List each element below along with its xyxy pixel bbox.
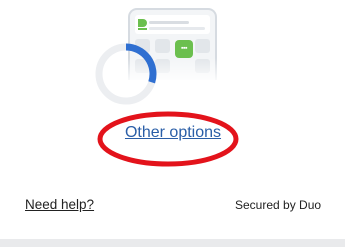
other-options-link[interactable]: Other options (100, 124, 246, 142)
duo-app-icon: ▪▪▪ (175, 40, 193, 58)
notification-body-line (149, 27, 205, 30)
notification-title-line (149, 21, 189, 24)
spinner-arc (125, 43, 157, 84)
duo-prompt-page: ▪▪▪ Other options Need help? Secured by … (0, 0, 345, 239)
need-help-link[interactable]: Need help? (25, 197, 94, 212)
window-bottom-edge (0, 239, 345, 247)
duo-logo-icon (138, 19, 147, 30)
app-placeholder (195, 39, 210, 53)
secured-by-duo-label: Secured by Duo (235, 198, 322, 212)
push-notification-card (135, 15, 210, 34)
loading-spinner-icon (95, 43, 157, 105)
